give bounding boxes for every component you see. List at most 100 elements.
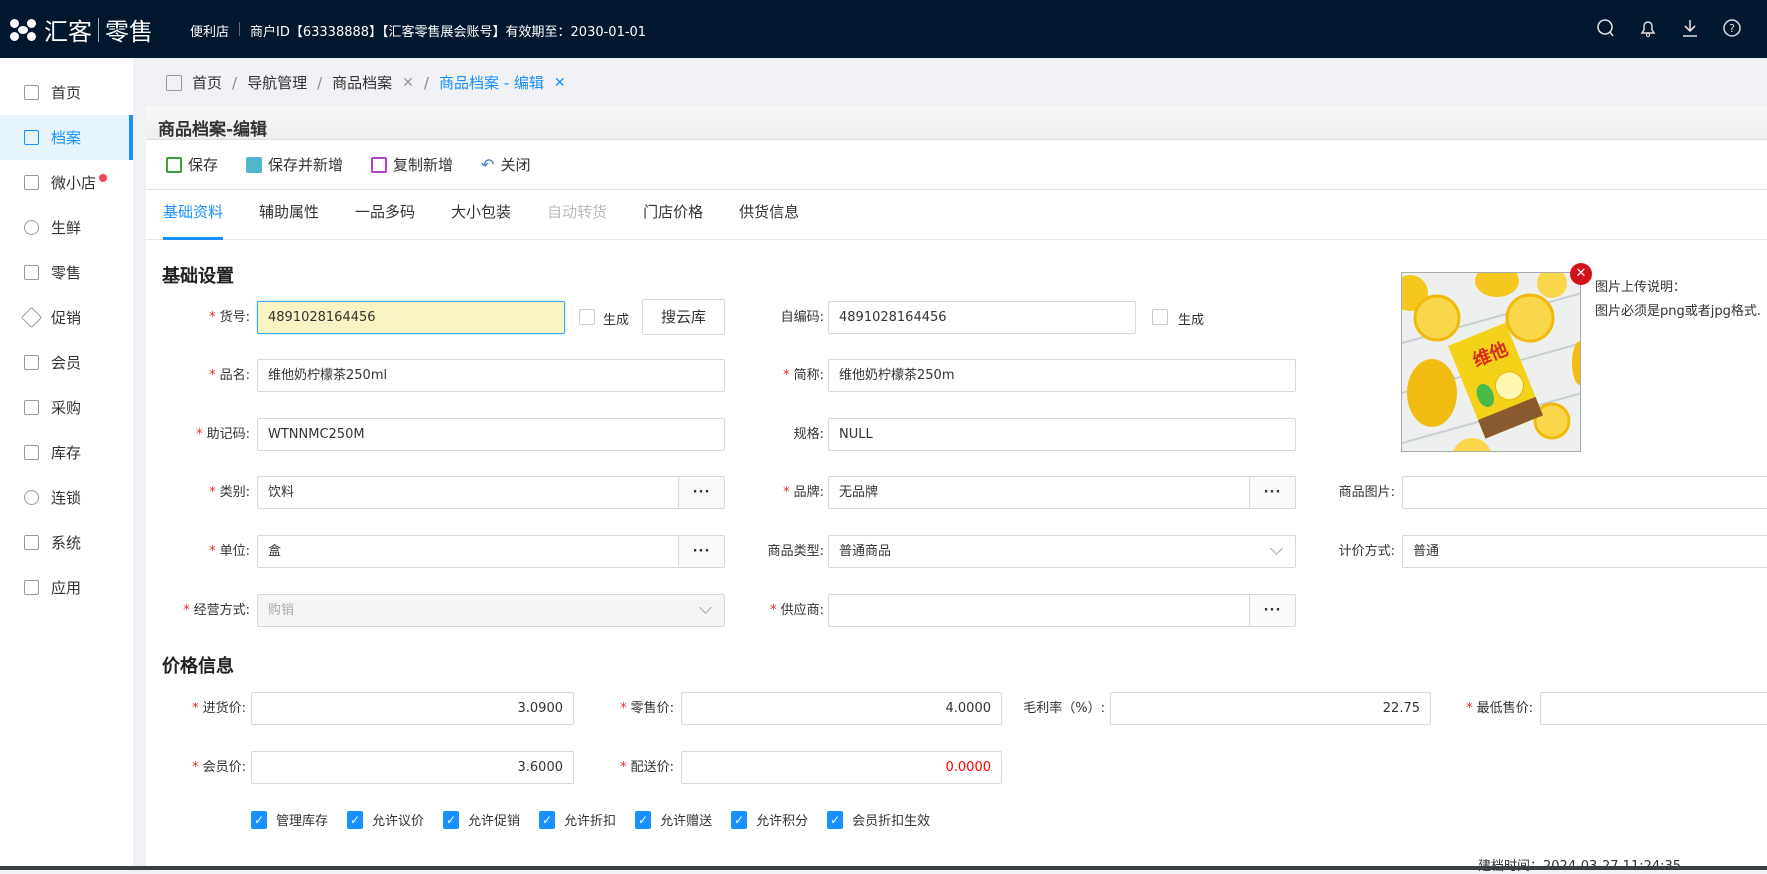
close-button[interactable]: ↶ 关闭 [481,154,530,175]
unit-field[interactable]: 盒 ··· [257,535,725,568]
upload-note: 图片上传说明： 图片必须是png或者jpg格式. [1595,276,1761,324]
tab-multicode[interactable]: 一品多码 [355,190,415,240]
sidebar-item-purchase[interactable]: 采购 [0,385,133,430]
save-icon [166,156,182,173]
upload-note-text: 图片必须是png或者jpg格式. [1595,304,1761,319]
close-icon[interactable]: ✕ [554,75,566,91]
short-input[interactable]: 维他奶柠檬茶250m [828,359,1296,392]
breadcrumb-home[interactable]: 首页 [192,72,222,93]
brand-value: 无品牌 [839,485,879,500]
image-label: 商品图片: [1338,485,1395,500]
min-price-label: * 最低售价: [1466,701,1533,716]
brand-product: 零售 [105,18,153,46]
sku-input[interactable]: 4891028164456 [257,301,565,334]
checkbox-allow-discount[interactable]: ✓ 允许折扣 [539,810,616,829]
spec-input[interactable]: NULL [828,418,1296,451]
sidebar-item-promotion[interactable]: 促销 [0,295,133,340]
tab-package[interactable]: 大小包装 [451,190,511,240]
check-icon: ✓ [539,810,556,829]
section-price-title: 价格信息 [162,656,234,677]
sidebar-item-retail[interactable]: 零售 [0,250,133,295]
link-icon [24,490,39,505]
member-price-label: * 会员价: [192,760,246,775]
archive-icon [24,130,39,145]
retail-price-input[interactable]: 4.0000 [681,692,1002,725]
print-icon [246,156,263,173]
checkbox-label: 允许折扣 [564,814,617,829]
bag-icon [24,265,39,280]
generate2-checkbox[interactable] [1152,309,1168,325]
supplier-picker-button[interactable]: ··· [1249,595,1295,626]
checkbox-allow-promo[interactable]: ✓ 允许促销 [443,810,520,829]
help-icon[interactable]: ? [1722,18,1742,38]
image-input[interactable] [1402,476,1767,509]
checkbox-allow-points[interactable]: ✓ 允许积分 [731,810,808,829]
save-and-new-button[interactable]: 保存并新增 [246,154,343,175]
breadcrumb-product[interactable]: 商品档案 [332,72,392,93]
delivery-price-input[interactable]: 0.0000 [681,751,1002,784]
sidebar-item-system[interactable]: 系统 [0,520,133,565]
tab-aux[interactable]: 辅助属性 [259,190,319,240]
brand-label: * 品牌: [783,485,824,500]
member-price-input[interactable]: 3.6000 [251,751,574,784]
category-field[interactable]: 饮料 ··· [257,476,725,509]
shop-icon [24,175,39,190]
close-icon[interactable]: ✕ [402,75,414,91]
supplier-field[interactable]: ··· [828,594,1296,627]
purchase-price-input[interactable]: 3.0900 [251,692,574,725]
sidebar-item-inventory[interactable]: 库存 [0,430,133,475]
sidebar-item-fresh[interactable]: 生鲜 [0,205,133,250]
margin-input[interactable]: 22.75 [1110,692,1431,725]
pricing-label: 计价方式: [1338,544,1395,559]
margin-label: 毛利率（%）: [1023,701,1105,716]
option-checkboxes: ✓ 管理库存 ✓ 允许议价 ✓ 允许促销 ✓ 允许折扣 ✓ 允许赠送 ✓ 允许积分 ✓ 会员折… [251,810,940,829]
checkbox-label: 会员折扣生效 [852,814,931,829]
category-picker-button[interactable]: ··· [678,477,724,508]
generate-checkbox[interactable] [579,309,595,325]
save-button[interactable]: 保存 [166,154,218,175]
store-name[interactable]: 便利店 [190,21,229,40]
tab-autotransfer: 自动转货 [547,203,608,221]
brand-field[interactable]: 无品牌 ··· [828,476,1296,509]
sidebar-item-apps[interactable]: 应用 [0,565,133,610]
category-label: * 类别: [209,485,250,500]
tab-store-price[interactable]: 门店价格 [643,190,703,240]
apps-icon [24,580,39,595]
name-input[interactable]: 维他奶柠檬茶250ml [257,359,725,392]
cloud-search-button[interactable]: 搜云库 [642,299,725,335]
selfcode-input[interactable]: 4891028164456 [828,301,1136,334]
toolbar: 保存 保存并新增 复制新增 ↶ 关闭 [146,140,1767,190]
unit-picker-button[interactable]: ··· [678,536,724,567]
generate2-label: 生成 [1178,313,1205,328]
sidebar-label: 系统 [51,534,82,552]
supplier-label: * 供应商: [770,603,824,618]
cart-icon [24,400,39,415]
category-value: 饮料 [268,485,295,500]
breadcrumb-current[interactable]: 商品档案 - 编辑 [439,72,544,93]
checkbox-allow-bargain[interactable]: ✓ 允许议价 [347,810,424,829]
checkbox-member-discount[interactable]: ✓ 会员折扣生效 [827,810,930,829]
remove-image-icon[interactable]: ✕ [1570,263,1592,285]
crown-icon [24,355,39,370]
breadcrumb-nav[interactable]: 导航管理 [247,72,307,93]
check-icon: ✓ [731,810,748,829]
search-icon[interactable] [1596,18,1616,38]
mnemonic-input[interactable]: WTNNMC250M [257,418,725,451]
sidebar-item-chain[interactable]: 连锁 [0,475,133,520]
type-select[interactable]: 普通商品 [828,535,1296,568]
tab-supply[interactable]: 供货信息 [739,190,799,240]
copy-new-button[interactable]: 复制新增 [371,154,453,175]
checkbox-manage-stock[interactable]: ✓ 管理库存 [251,810,328,829]
bell-icon[interactable] [1638,18,1658,38]
sidebar-item-member[interactable]: 会员 [0,340,133,385]
sidebar-item-home[interactable]: 首页 [0,70,133,115]
sidebar-item-microstore[interactable]: 微小店 [0,160,133,205]
sidebar-label: 首页 [51,84,82,102]
checkbox-allow-gift[interactable]: ✓ 允许赠送 [635,810,712,829]
brand-picker-button[interactable]: ··· [1249,477,1295,508]
sidebar-item-archive[interactable]: 档案 [0,115,133,160]
min-price-input[interactable] [1540,692,1767,725]
pricing-select[interactable]: 普通 [1402,535,1767,568]
tab-basic[interactable]: 基础资料 [163,190,224,240]
download-icon[interactable] [1680,18,1700,38]
